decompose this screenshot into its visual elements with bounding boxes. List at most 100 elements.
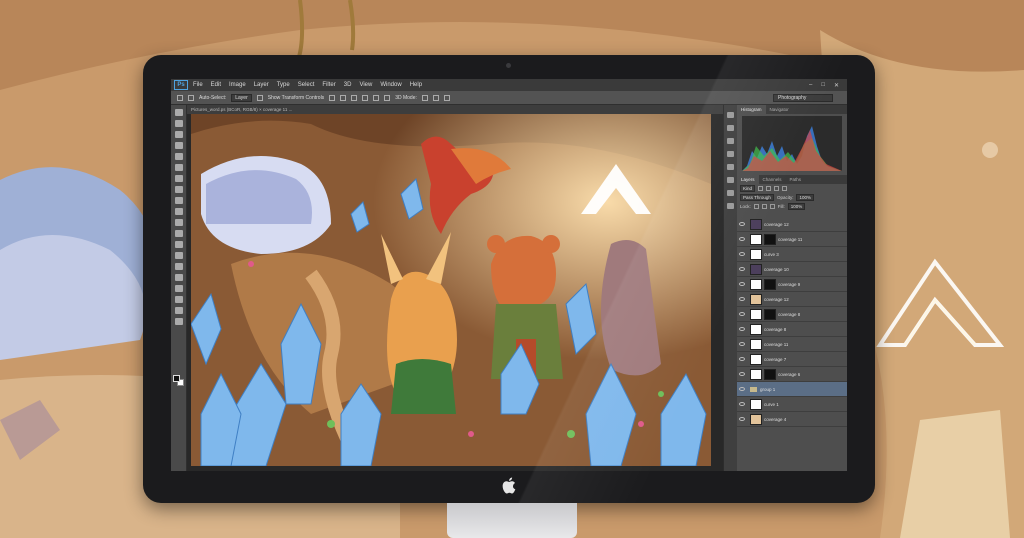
visibility-eye-icon[interactable] — [739, 282, 745, 286]
layer-row[interactable]: curve 3 — [737, 247, 847, 262]
visibility-eye-icon[interactable] — [739, 357, 745, 361]
eyedropper-tool-icon[interactable] — [174, 164, 183, 171]
auto-select-dropdown[interactable]: Layer — [231, 93, 252, 102]
transform-controls-checkbox[interactable] — [256, 94, 263, 101]
visibility-eye-icon[interactable] — [739, 267, 745, 271]
layer-row[interactable]: coverage 11 — [737, 337, 847, 352]
move-tool-icon[interactable] — [174, 109, 183, 116]
menu-image[interactable]: Image — [229, 82, 246, 88]
menu-layer[interactable]: Layer — [254, 82, 269, 88]
visibility-eye-icon[interactable] — [739, 417, 745, 421]
type-tool-icon[interactable] — [174, 274, 183, 281]
align-left-icon[interactable] — [362, 94, 369, 101]
menu-edit[interactable]: Edit — [211, 82, 221, 88]
layer-mask-thumbnail[interactable] — [764, 233, 776, 245]
filter-shape-icon[interactable] — [782, 186, 788, 191]
zoom-tool-icon[interactable] — [174, 318, 183, 325]
brush-tool-icon[interactable] — [174, 186, 183, 193]
path-select-tool-icon[interactable] — [174, 285, 183, 292]
visibility-eye-icon[interactable] — [739, 297, 745, 301]
dodge-tool-icon[interactable] — [174, 252, 183, 259]
layer-row[interactable]: coverage 8 — [737, 307, 847, 322]
visibility-eye-icon[interactable] — [739, 387, 745, 391]
info-panel-icon[interactable] — [727, 151, 734, 157]
tab-paths[interactable]: Paths — [786, 175, 806, 184]
layer-mask-thumbnail[interactable] — [764, 308, 776, 320]
shape-tool-icon[interactable] — [174, 296, 183, 303]
align-middle-icon[interactable] — [340, 94, 347, 101]
menu-filter[interactable]: Filter — [322, 82, 335, 88]
blend-mode-dropdown[interactable]: Pass Through — [740, 194, 774, 201]
visibility-eye-icon[interactable] — [739, 372, 745, 376]
tab-histogram[interactable]: Histogram — [737, 105, 766, 114]
3d-pan-icon[interactable] — [443, 94, 450, 101]
layer-mask-thumbnail[interactable] — [764, 278, 776, 290]
gradient-tool-icon[interactable] — [174, 230, 183, 237]
history-brush-tool-icon[interactable] — [174, 208, 183, 215]
layer-row[interactable]: group 1 — [737, 382, 847, 397]
layer-row[interactable]: coverage 4 — [737, 412, 847, 427]
layer-row[interactable]: curve 1 — [737, 397, 847, 412]
tab-channels[interactable]: Channels — [759, 175, 786, 184]
layer-row[interactable]: coverage 10 — [737, 262, 847, 277]
minimize-button[interactable]: – — [809, 82, 812, 89]
menu-window[interactable]: Window — [380, 82, 401, 88]
brush-panel-icon[interactable] — [727, 177, 734, 183]
move-tool-icon[interactable] — [177, 94, 183, 101]
menu-3d[interactable]: 3D — [344, 82, 352, 88]
opacity-field[interactable]: 100% — [796, 194, 814, 201]
align-center-icon[interactable] — [373, 94, 380, 101]
align-right-icon[interactable] — [384, 94, 391, 101]
layer-row[interactable]: coverage 11 — [737, 232, 847, 247]
swatches-panel-icon[interactable] — [727, 164, 734, 170]
visibility-eye-icon[interactable] — [739, 402, 745, 406]
menu-file[interactable]: File — [193, 82, 203, 88]
layer-row[interactable]: coverage 7 — [737, 352, 847, 367]
filter-type-icon[interactable] — [774, 186, 780, 191]
layer-row[interactable]: coverage 8 — [737, 322, 847, 337]
filter-pixel-icon[interactable] — [758, 186, 764, 191]
layer-row[interactable]: coverage 12 — [737, 292, 847, 307]
visibility-eye-icon[interactable] — [739, 312, 745, 316]
menu-select[interactable]: Select — [298, 82, 315, 88]
auto-select-checkbox[interactable] — [188, 94, 194, 101]
visibility-eye-icon[interactable] — [739, 252, 745, 256]
layer-row[interactable]: coverage 6 — [737, 367, 847, 382]
eraser-tool-icon[interactable] — [174, 219, 183, 226]
3d-rotate-icon[interactable] — [421, 94, 428, 101]
foreground-color-swatch[interactable] — [173, 375, 180, 382]
character-panel-icon[interactable] — [727, 190, 734, 196]
quick-select-tool-icon[interactable] — [174, 142, 183, 149]
kind-filter-dropdown[interactable]: Kind — [740, 185, 756, 192]
menu-help[interactable]: Help — [410, 82, 422, 88]
pen-tool-icon[interactable] — [174, 263, 183, 270]
visibility-eye-icon[interactable] — [739, 222, 745, 226]
fill-field[interactable]: 100% — [787, 203, 806, 210]
filter-adjustment-icon[interactable] — [766, 186, 772, 191]
canvas-artwork[interactable] — [191, 114, 711, 466]
maximize-button[interactable]: □ — [821, 82, 825, 89]
layer-row[interactable]: coverage 12 — [737, 217, 847, 232]
crop-tool-icon[interactable] — [174, 153, 183, 160]
marquee-tool-icon[interactable] — [174, 120, 183, 127]
3d-roll-icon[interactable] — [432, 94, 439, 101]
visibility-eye-icon[interactable] — [739, 342, 745, 346]
document-tab[interactable]: Pictures_word.ps (BCoR, RGB/8) × coverag… — [187, 105, 723, 114]
tab-navigator[interactable]: Navigator — [766, 105, 793, 114]
visibility-eye-icon[interactable] — [739, 237, 745, 241]
paragraph-panel-icon[interactable] — [727, 203, 734, 209]
lock-all-icon[interactable] — [769, 204, 775, 209]
layer-row[interactable]: coverage 9 — [737, 277, 847, 292]
blur-tool-icon[interactable] — [174, 241, 183, 248]
actions-panel-icon[interactable] — [727, 125, 734, 131]
workspace-dropdown[interactable]: Photography — [773, 93, 833, 102]
tab-layers[interactable]: Layers — [737, 175, 759, 184]
menu-view[interactable]: View — [359, 82, 372, 88]
hand-tool-icon[interactable] — [174, 307, 183, 314]
history-panel-icon[interactable] — [727, 112, 734, 118]
close-button[interactable]: ✕ — [834, 82, 839, 89]
visibility-eye-icon[interactable] — [739, 327, 745, 331]
lock-position-icon[interactable] — [761, 204, 767, 209]
menu-type[interactable]: Type — [277, 82, 290, 88]
properties-panel-icon[interactable] — [727, 138, 734, 144]
